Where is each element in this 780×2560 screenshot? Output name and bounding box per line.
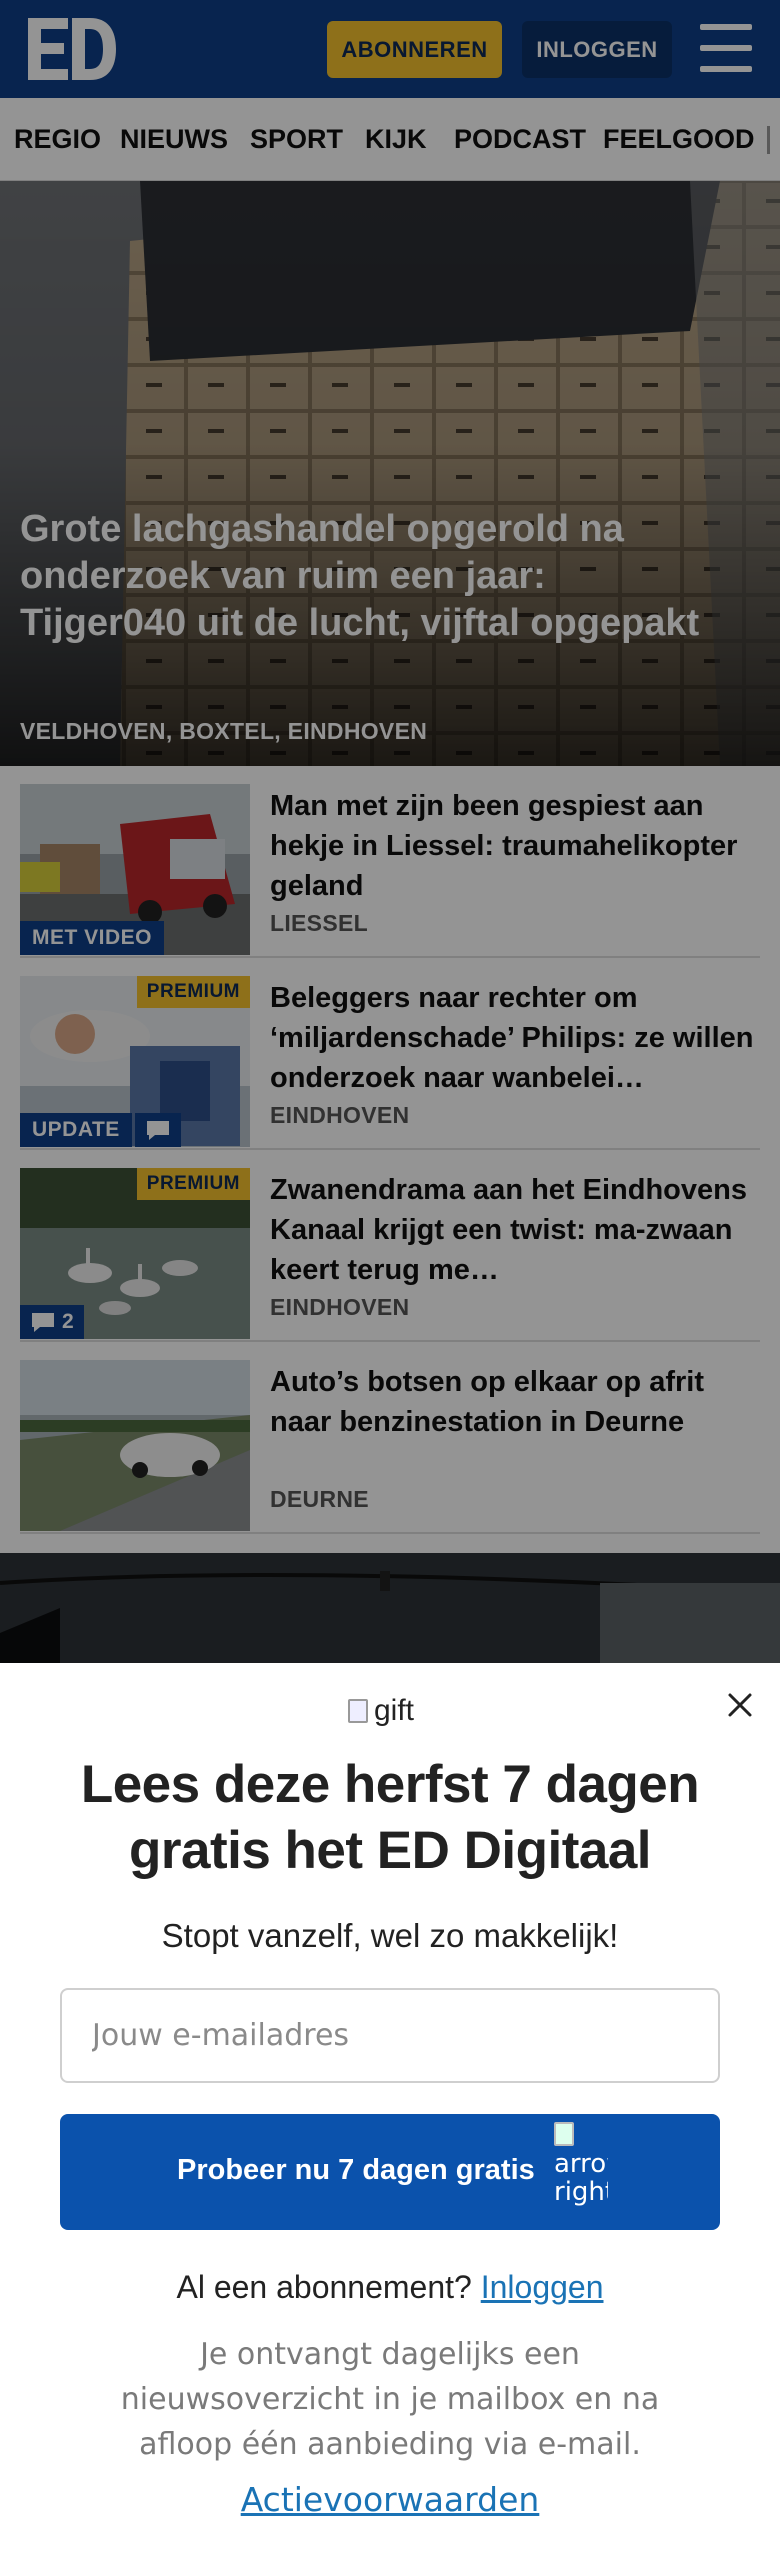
existing-subscription-label: Al een abonnement? xyxy=(176,2269,472,2305)
gift-image: gift xyxy=(348,1693,414,1729)
existing-subscription-text: Al een abonnement? Inloggen xyxy=(40,2269,740,2306)
modal-title: Lees deze herfst 7 dagen gratis het ED D… xyxy=(80,1755,700,1880)
newsletter-info: Je ontvangt dagelijks een nieuwsoverzich… xyxy=(120,2337,660,2462)
arrow-right-alt-text: arrow right xyxy=(554,2149,608,2207)
terms-link[interactable]: Actievoorwaarden xyxy=(40,2480,740,2519)
email-field[interactable] xyxy=(60,1988,720,2083)
close-icon[interactable] xyxy=(720,1685,760,1725)
arrow-right-icon: arrow right xyxy=(554,2122,608,2222)
try-free-button[interactable]: Probeer nu 7 dagen gratis arrow right xyxy=(60,2114,720,2230)
modal-subtitle: Stopt vanzelf, wel zo makkelijk! xyxy=(161,1917,619,1954)
broken-image-icon xyxy=(348,1699,368,1723)
try-free-button-label: Probeer nu 7 dagen gratis xyxy=(177,2154,535,2186)
modal-login-link[interactable]: Inloggen xyxy=(481,2269,604,2305)
gift-alt-text: gift xyxy=(374,1694,415,1727)
modal-backdrop[interactable] xyxy=(0,0,780,1663)
